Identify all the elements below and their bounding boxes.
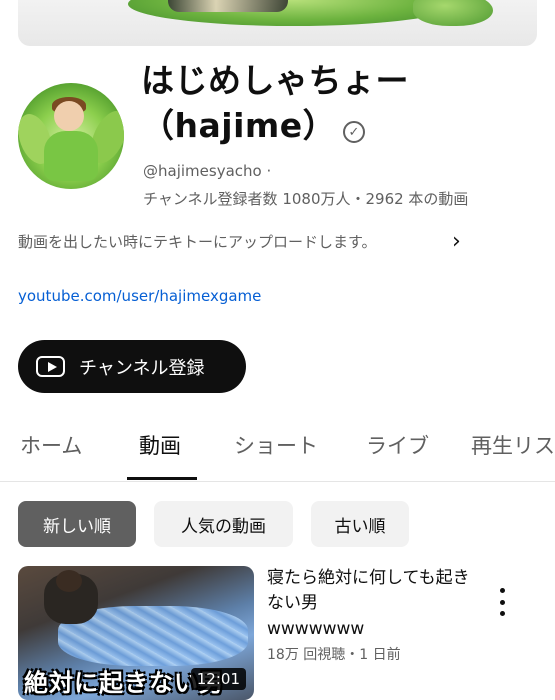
- chip-popular[interactable]: 人気の動画: [154, 501, 293, 547]
- avatar-body: [44, 131, 98, 181]
- video-title[interactable]: 寝たら絶対に何しても起きない男: [267, 566, 477, 616]
- channel-avatar[interactable]: [18, 83, 124, 189]
- video-thumbnail[interactable]: 絶対に起きない男 12:01: [18, 566, 254, 700]
- chip-newest[interactable]: 新しい順: [18, 501, 136, 547]
- video-subtitle[interactable]: wwwwwww: [267, 619, 364, 639]
- video-duration: 12:01: [190, 668, 246, 690]
- kebab-dot: [499, 611, 505, 616]
- tab-playlists[interactable]: 再生リスト: [471, 430, 555, 460]
- tab-videos[interactable]: 動画: [139, 430, 181, 460]
- channel-link[interactable]: youtube.com/user/hajimexgame: [18, 287, 261, 305]
- youtube-play-icon: [36, 356, 65, 377]
- chevron-right-icon[interactable]: ›: [452, 230, 461, 254]
- video-meta: 18万 回視聴・1 日前: [267, 647, 401, 663]
- active-tab-indicator: [127, 477, 197, 480]
- kebab-dot: [499, 599, 505, 605]
- channel-name-line1: はじめしゃちょー: [141, 61, 409, 100]
- channel-handle: @hajimesyacho ·: [143, 162, 272, 180]
- banner-person: [168, 0, 288, 12]
- subscribe-button[interactable]: チャンネル登録: [18, 340, 246, 393]
- avatar-face: [54, 101, 84, 131]
- channel-name-line2: （hajime）: [141, 106, 337, 145]
- tab-shorts[interactable]: ショート: [234, 430, 318, 460]
- thumbnail-person-head: [56, 570, 82, 592]
- channel-description[interactable]: 動画を出したい時にテキトーにアップロードします。: [18, 231, 377, 252]
- chip-oldest[interactable]: 古い順: [311, 501, 409, 547]
- channel-stats: チャンネル登録者数 1080万人・2962 本の動画: [143, 190, 469, 208]
- tab-home[interactable]: ホーム: [20, 430, 82, 460]
- channel-banner: [18, 0, 537, 46]
- channel-tabs: ホーム 動画 ショート ライブ 再生リスト: [0, 412, 555, 482]
- subscribe-label: チャンネル登録: [79, 357, 205, 379]
- channel-name: はじめしゃちょー （hajime）: [141, 58, 541, 148]
- checkmark-circle-icon: ✓: [343, 121, 365, 143]
- more-vert-icon[interactable]: [490, 588, 514, 616]
- tab-live[interactable]: ライブ: [366, 430, 429, 460]
- kebab-dot: [499, 588, 505, 593]
- banner-pea-leaf: [413, 0, 493, 26]
